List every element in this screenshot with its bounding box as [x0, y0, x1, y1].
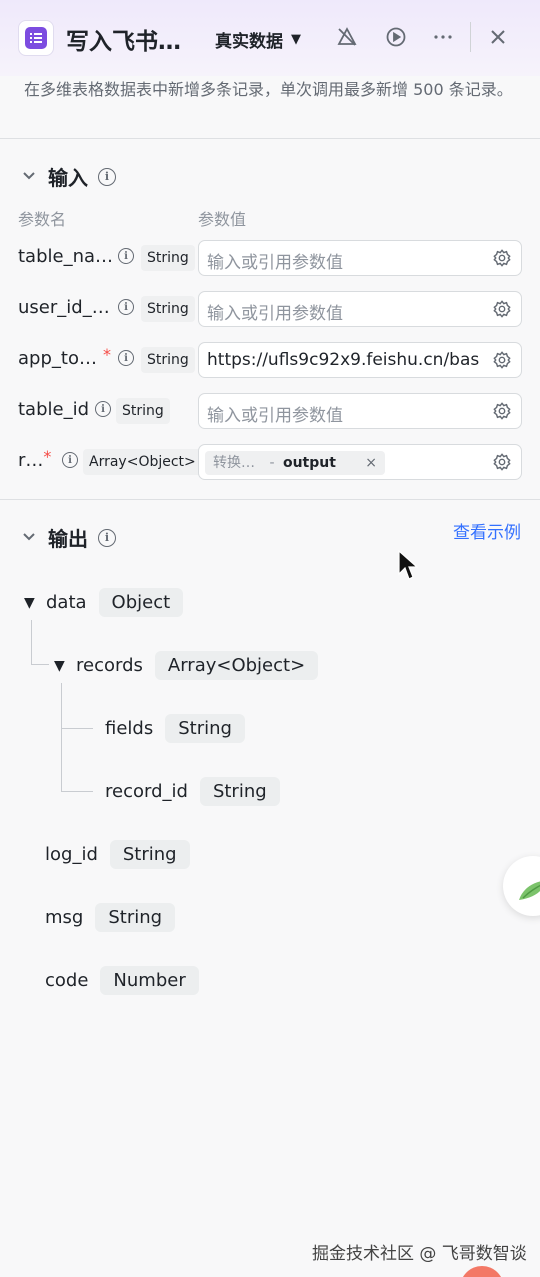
gear-icon[interactable]: [493, 300, 511, 318]
field-name: code: [45, 970, 89, 991]
node-description: 在多维表格数据表中新增多条记录，单次调用最多新增 500 条记录。: [24, 80, 513, 99]
param-name: r…*: [18, 447, 52, 471]
tree-line: [31, 664, 49, 665]
param-row: table_id i String 输入或引用参数值: [0, 393, 540, 429]
info-icon[interactable]: i: [62, 452, 78, 468]
field-type-badge: Array<Object>: [154, 651, 319, 680]
mouse-cursor-icon: [398, 550, 418, 580]
param-value-input[interactable]: 输入或引用参数值: [198, 291, 522, 327]
output-field-code[interactable]: code Number: [45, 966, 199, 995]
param-value-input[interactable]: 输入或引用参数值: [198, 393, 522, 429]
tree-line: [61, 683, 62, 791]
output-field-log-id[interactable]: log_id String: [45, 840, 190, 869]
gear-icon[interactable]: [493, 453, 511, 471]
param-type-badge: String: [141, 245, 195, 271]
field-name: msg: [45, 907, 84, 928]
assistant-float-button[interactable]: [503, 856, 540, 916]
chevron-down-icon: [22, 530, 38, 546]
output-field-data[interactable]: ▼ data Object: [24, 588, 184, 617]
field-name: fields: [105, 718, 154, 739]
param-name: table_id: [18, 399, 90, 420]
field-name: records: [76, 655, 143, 676]
field-type-badge: String: [95, 903, 176, 932]
info-icon[interactable]: i: [98, 528, 116, 547]
param-row: app_to… * i String https://ufls9c92x9.fei…: [0, 342, 540, 378]
remove-reference-icon[interactable]: ×: [365, 451, 377, 475]
data-mode-label: 真实数据: [215, 32, 283, 52]
section-divider: [0, 138, 540, 139]
param-value-placeholder: 输入或引用参数值: [207, 304, 343, 324]
field-name: data: [46, 592, 87, 613]
info-icon[interactable]: i: [95, 401, 111, 417]
close-icon[interactable]: [485, 24, 511, 50]
param-value-input[interactable]: https://ufls9c92x9.feishu.cn/base: [198, 342, 522, 378]
caret-down-icon[interactable]: ▼: [24, 595, 38, 611]
info-icon[interactable]: i: [98, 167, 116, 186]
tree-line: [31, 620, 32, 664]
param-value-placeholder: 输入或引用参数值: [207, 253, 343, 273]
tree-line: [61, 728, 93, 729]
field-name: log_id: [45, 844, 98, 865]
field-type-badge: Number: [100, 966, 199, 995]
field-name: record_id: [105, 781, 188, 802]
node-title[interactable]: 写入飞书…: [66, 22, 181, 56]
param-type-badge: String: [116, 398, 170, 424]
gear-icon[interactable]: [493, 402, 511, 420]
param-value-text: https://ufls9c92x9.feishu.cn/base: [207, 350, 479, 370]
param-name: user_id_…: [18, 297, 110, 318]
gear-icon[interactable]: [493, 351, 511, 369]
node-header: 写入飞书… 真实数据 ▼: [0, 0, 540, 76]
param-type-badge: String: [141, 347, 195, 373]
info-icon[interactable]: i: [118, 299, 134, 315]
output-field-records[interactable]: ▼ records Array<Object>: [54, 651, 319, 680]
param-row: user_id_… i String 输入或引用参数值: [0, 291, 540, 327]
variable-reference-chip[interactable]: 转换… - output ×: [205, 451, 385, 475]
param-type-badge: Array<Object>: [83, 449, 202, 475]
param-row: table_na… i String 输入或引用参数值: [0, 240, 540, 276]
output-field-fields[interactable]: fields String: [105, 714, 245, 743]
tree-line: [61, 791, 93, 792]
reference-source: 转换…: [213, 455, 255, 471]
output-field-msg[interactable]: msg String: [45, 903, 176, 932]
field-type-badge: String: [199, 777, 280, 806]
param-row: r…* i Array<Object> 转换… - output ×: [0, 444, 540, 480]
play-icon[interactable]: [383, 24, 409, 50]
field-type-badge: Object: [98, 588, 184, 617]
output-field-record-id[interactable]: record_id String: [105, 777, 280, 806]
output-section-header[interactable]: 输出 i: [22, 523, 116, 552]
watermark: 掘金技术社区 @ 飞哥数智谈: [312, 1244, 527, 1264]
output-section-title: 输出: [48, 527, 88, 551]
gear-icon[interactable]: [493, 249, 511, 267]
param-value-input[interactable]: 输入或引用参数值: [198, 240, 522, 276]
view-example-link[interactable]: 查看示例: [453, 518, 521, 543]
param-value-header: 参数值: [198, 210, 247, 229]
caret-down-icon: ▼: [291, 32, 301, 47]
field-type-badge: String: [165, 714, 245, 743]
header-divider: [470, 22, 471, 52]
param-value-placeholder: 输入或引用参数值: [207, 406, 343, 426]
table-app-icon: [18, 20, 54, 56]
info-icon[interactable]: i: [118, 350, 134, 366]
chevron-down-icon: [22, 169, 38, 185]
reference-separator: -: [269, 455, 275, 471]
leaf-icon: [519, 881, 540, 900]
field-type-badge: String: [109, 840, 190, 869]
debug-off-icon[interactable]: [334, 24, 360, 50]
param-type-badge: String: [141, 296, 195, 322]
floating-action-circle[interactable]: [460, 1266, 504, 1277]
param-value-input[interactable]: 转换… - output ×: [198, 444, 522, 480]
section-divider: [0, 499, 540, 500]
param-name: table_na…: [18, 246, 114, 267]
caret-down-icon[interactable]: ▼: [54, 658, 68, 674]
param-name: app_to… *: [18, 345, 111, 369]
info-icon[interactable]: i: [118, 248, 134, 264]
input-section-header[interactable]: 输入 i: [22, 162, 116, 191]
param-name-header: 参数名: [18, 210, 67, 229]
more-icon[interactable]: [430, 24, 456, 50]
input-section-title: 输入: [48, 166, 88, 190]
data-mode-dropdown[interactable]: 真实数据 ▼: [215, 27, 301, 52]
reference-field: output: [282, 455, 336, 471]
